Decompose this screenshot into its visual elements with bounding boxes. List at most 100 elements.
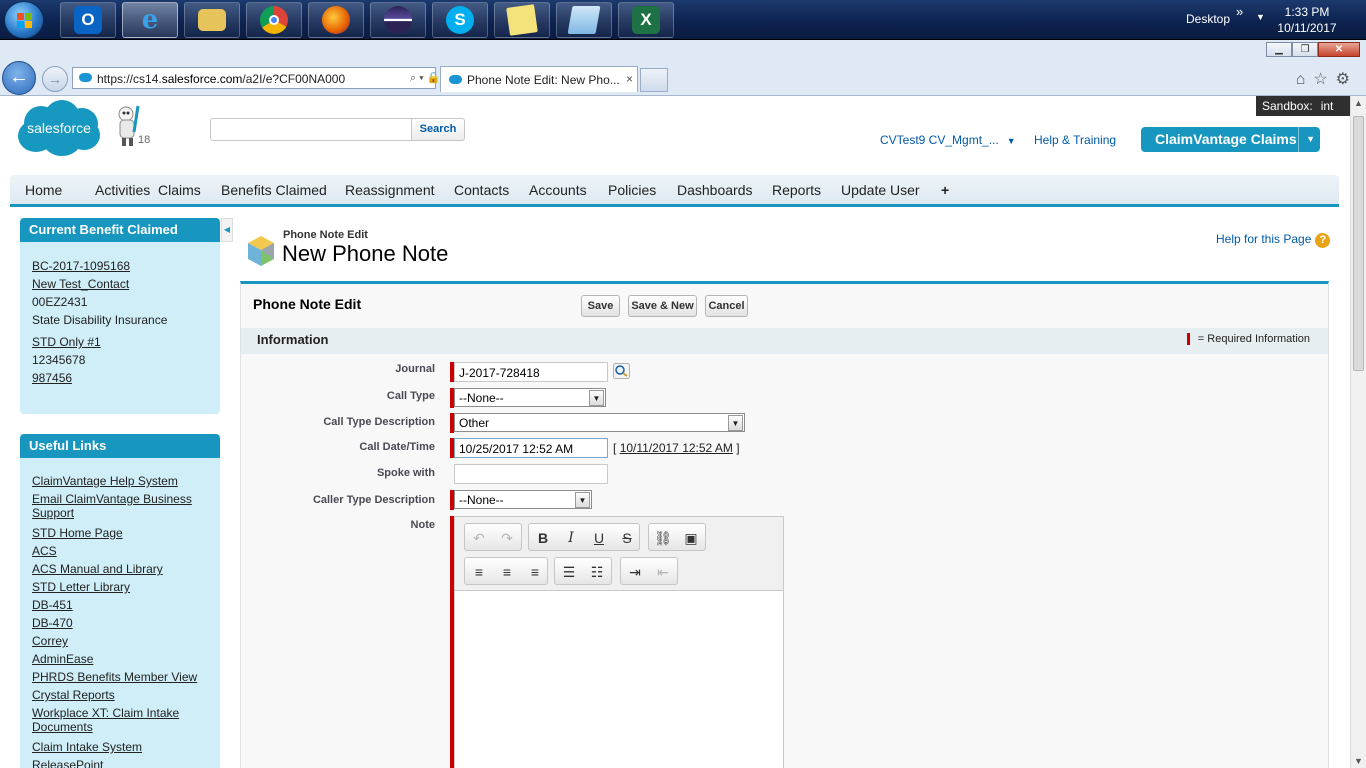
tab-accounts[interactable]: Accounts: [529, 182, 587, 198]
taskbar-sticky-notes[interactable]: [494, 2, 550, 38]
bold-icon[interactable]: B: [533, 528, 553, 548]
useful-link[interactable]: ReleasePoint: [32, 756, 208, 768]
tab-policies[interactable]: Policies: [608, 182, 656, 198]
numbered-list-icon[interactable]: ☷: [587, 562, 607, 582]
tab-update-user[interactable]: Update User: [841, 182, 920, 198]
current-datetime-link[interactable]: 10/11/2017 12:52 AM: [620, 441, 733, 455]
close-window-button[interactable]: ✕: [1318, 42, 1360, 57]
useful-link[interactable]: STD Home Page: [32, 524, 208, 542]
call-datetime-input[interactable]: 10/25/2017 12:52 AM: [454, 438, 608, 458]
align-left-icon[interactable]: ≡: [469, 562, 489, 582]
gear-icon[interactable]: ⚙: [1336, 71, 1358, 88]
caller-type-description-label: Caller Type Description: [312, 494, 435, 506]
tab-dashboards[interactable]: Dashboards: [677, 182, 753, 198]
minimize-button[interactable]: ▁: [1266, 42, 1292, 57]
taskbar-eclipse[interactable]: [370, 2, 426, 38]
tab-reassignment[interactable]: Reassignment: [345, 182, 435, 198]
taskbar-firefox[interactable]: [308, 2, 364, 38]
salesforce-logo[interactable]: salesforce: [18, 100, 100, 156]
close-tab-icon[interactable]: ×: [626, 72, 633, 86]
restore-button[interactable]: ❐: [1292, 42, 1318, 57]
tab-reports[interactable]: Reports: [772, 182, 821, 198]
address-url[interactable]: https://cs14.salesforce.com/a2I/e?CF00NA…: [97, 72, 409, 86]
taskbar-notepad[interactable]: [556, 2, 612, 38]
scroll-down-icon[interactable]: ▼: [1354, 756, 1363, 766]
taskbar-excel[interactable]: X: [618, 2, 674, 38]
scrollbar-thumb[interactable]: [1353, 116, 1364, 371]
useful-link[interactable]: DB-470: [32, 614, 208, 632]
search-button[interactable]: Search: [411, 118, 465, 141]
policy-link[interactable]: STD Only #1: [32, 333, 208, 351]
system-clock[interactable]: 1:33 PM 10/11/2017: [1272, 4, 1342, 36]
save-and-new-button[interactable]: Save & New: [628, 295, 697, 317]
useful-link[interactable]: Workplace XT: Claim Intake Documents: [32, 706, 208, 734]
journal-input[interactable]: J-2017-728418: [454, 362, 608, 382]
taskbar-chrome[interactable]: [246, 2, 302, 38]
tab-contacts[interactable]: Contacts: [454, 182, 509, 198]
strikethrough-icon[interactable]: S: [617, 528, 637, 548]
align-center-icon[interactable]: ≡: [497, 562, 517, 582]
help-for-page-link[interactable]: Help for this Page?: [1216, 232, 1331, 248]
undo-icon[interactable]: ↶: [469, 528, 489, 548]
useful-link[interactable]: Claim Intake System: [32, 738, 208, 756]
search-input[interactable]: [210, 118, 412, 141]
bulleted-list-icon[interactable]: ☰: [559, 562, 579, 582]
useful-link[interactable]: AdminEase: [32, 650, 208, 668]
windows-logo-icon: [17, 13, 33, 29]
link-icon[interactable]: ⛓: [653, 528, 673, 548]
caller-type-description-select[interactable]: --None-- ▼: [454, 490, 592, 509]
taskbar-skype[interactable]: S: [432, 2, 488, 38]
browser-tab-active[interactable]: Phone Note Edit: New Pho... ×: [440, 66, 638, 92]
useful-link[interactable]: ClaimVantage Help System: [32, 472, 208, 490]
chevron-right-icon[interactable]: »: [1236, 4, 1243, 19]
contact-link[interactable]: New Test_Contact: [32, 275, 208, 293]
forward-button[interactable]: →: [42, 66, 68, 92]
useful-link[interactable]: ACS Manual and Library: [32, 560, 208, 578]
add-tab-plus-icon[interactable]: +: [941, 182, 949, 198]
useful-link[interactable]: Correy: [32, 632, 208, 650]
account-link[interactable]: 987456: [32, 369, 208, 387]
underline-icon[interactable]: U: [589, 528, 609, 548]
tray-desktop-toolbar[interactable]: Desktop: [1186, 12, 1230, 26]
tab-home[interactable]: Home: [25, 182, 62, 198]
tray-expand-icon[interactable]: ▼: [1256, 12, 1265, 22]
taskbar-outlook[interactable]: O: [60, 2, 116, 38]
tab-activities[interactable]: Activities: [95, 182, 150, 198]
image-icon[interactable]: ▣: [681, 528, 701, 548]
italic-icon[interactable]: I: [561, 528, 581, 548]
useful-link[interactable]: ACS: [32, 542, 208, 560]
address-bar[interactable]: https://cs14.salesforce.com/a2I/e?CF00NA…: [72, 67, 477, 89]
sidebar-collapse-icon[interactable]: ◀: [221, 218, 233, 242]
useful-link[interactable]: STD Letter Library: [32, 578, 208, 596]
note-text-area[interactable]: [455, 592, 783, 768]
taskbar-internet-explorer[interactable]: e: [122, 2, 178, 38]
new-tab-button[interactable]: [640, 68, 668, 92]
start-button[interactable]: [4, 1, 44, 39]
useful-link[interactable]: DB-451: [32, 596, 208, 614]
page-scrollbar[interactable]: ▲ ▼: [1350, 96, 1366, 768]
user-menu[interactable]: CVTest9 CV_Mgmt_... ▼: [880, 133, 1016, 147]
benefit-claimed-link[interactable]: BC-2017-1095168: [32, 257, 208, 275]
indent-icon[interactable]: ⇥: [625, 562, 645, 582]
favorites-star-icon[interactable]: ☆: [1313, 71, 1335, 88]
help-training-link[interactable]: Help & Training: [1034, 133, 1116, 147]
taskbar-file-explorer[interactable]: [184, 2, 240, 38]
home-icon[interactable]: ⌂: [1296, 71, 1314, 88]
outdent-icon[interactable]: ⇤: [653, 562, 673, 582]
scroll-up-icon[interactable]: ▲: [1354, 98, 1363, 108]
useful-link[interactable]: PHRDS Benefits Member View: [32, 668, 208, 686]
tab-claims[interactable]: Claims: [158, 182, 201, 198]
cancel-button[interactable]: Cancel: [705, 295, 748, 317]
align-right-icon[interactable]: ≡: [525, 562, 545, 582]
redo-icon[interactable]: ↷: [497, 528, 517, 548]
tab-benefits-claimed[interactable]: Benefits Claimed: [221, 182, 327, 198]
app-switcher-button[interactable]: ClaimVantage Claims ▼: [1141, 127, 1320, 152]
save-button[interactable]: Save: [581, 295, 620, 317]
call-type-select[interactable]: --None-- ▼: [454, 388, 606, 407]
call-type-description-select[interactable]: Other ▼: [454, 413, 745, 432]
useful-link[interactable]: Email ClaimVantage Business Support: [32, 492, 208, 520]
spoke-with-input[interactable]: [454, 464, 608, 484]
useful-link[interactable]: Crystal Reports: [32, 686, 208, 704]
lookup-magnifier-icon[interactable]: [613, 363, 630, 379]
back-button[interactable]: ←: [2, 61, 36, 95]
